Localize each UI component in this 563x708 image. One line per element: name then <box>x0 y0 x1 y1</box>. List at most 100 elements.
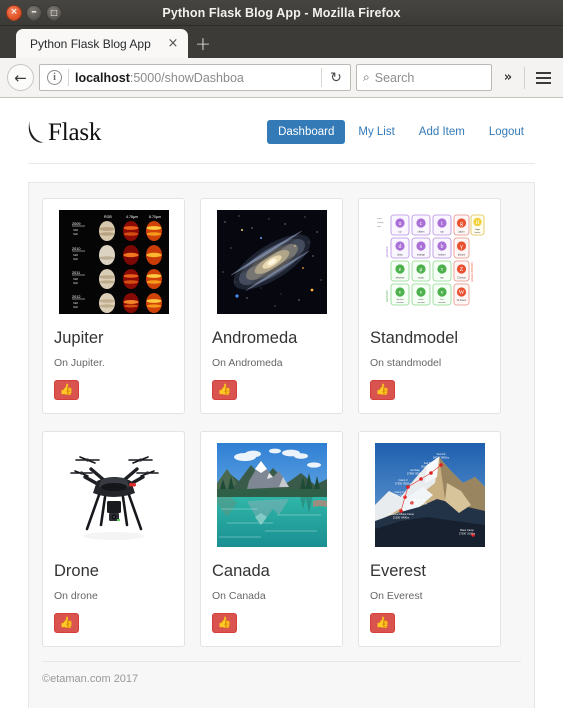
svg-text:gluon: gluon <box>458 231 465 234</box>
card-item[interactable]: Canada On Canada 👍 <box>200 430 343 647</box>
svg-text:27890' 8500m: 27890' 8500m <box>406 471 422 475</box>
tab-strip: Python Flask Blog App × + <box>0 26 563 58</box>
card-title: Drone <box>54 561 99 580</box>
svg-text:NEB: NEB <box>73 278 78 281</box>
toolbar-overflow-button[interactable]: » <box>497 66 519 90</box>
card-item[interactable]: Drone On drone 👍 <box>42 430 185 647</box>
new-tab-button[interactable]: + <box>188 29 218 58</box>
svg-text:2011: 2011 <box>72 271 80 275</box>
card-thumbnail <box>58 442 169 547</box>
url-host: localhost <box>75 70 130 85</box>
card-thumbnail: Summit 29035' 8850m 2nd Step 28140' 8577… <box>374 442 485 547</box>
thumbs-up-icon: 👍 <box>59 616 74 630</box>
svg-text:28140' 8577m: 28140' 8577m <box>420 464 436 468</box>
url-divider <box>68 69 69 86</box>
like-button[interactable]: 👍 <box>370 379 395 400</box>
svg-text:strange: strange <box>417 254 426 257</box>
svg-text:W boson: W boson <box>456 299 466 302</box>
browser-toolbar: ← i localhost:5000/showDashboa ↻ ⌕ Searc… <box>0 58 563 98</box>
like-button[interactable]: 👍 <box>370 612 395 633</box>
thumbs-up-icon: 👍 <box>59 383 74 397</box>
quadcopter-drone-icon <box>58 442 169 547</box>
svg-text:Summit: Summit <box>436 452 445 456</box>
hamburger-icon-bar <box>535 76 551 79</box>
svg-text:W: W <box>458 290 464 296</box>
svg-text:SEB: SEB <box>73 233 78 236</box>
svg-text:8.70µm: 8.70µm <box>149 215 161 219</box>
svg-text:GAUGE BOSONS: GAUGE BOSONS <box>471 262 474 282</box>
card-item[interactable]: Andromeda On Andromeda 👍 <box>200 198 343 414</box>
address-bar[interactable]: i localhost:5000/showDashboa ↻ <box>39 64 351 91</box>
card-item[interactable]: mass charge spin u up c charm t top g gl… <box>358 198 501 414</box>
mount-everest-routes-icon: Summit 29035' 8850m 2nd Step 28140' 8577… <box>374 442 485 547</box>
window-minimize-button[interactable]: – <box>26 4 42 21</box>
svg-text:g: g <box>460 221 463 227</box>
svg-text:Camp 2: Camp 2 <box>394 490 404 494</box>
tab-close-icon[interactable]: × <box>164 35 182 53</box>
svg-text:d: d <box>398 244 401 250</box>
cards-grid: RGB 4.78µm 8.70µm 2009 2010 2011 2012 NE… <box>42 198 521 647</box>
card-title: Canada <box>212 561 270 580</box>
search-bar[interactable]: ⌕ Search <box>356 64 492 91</box>
thumbs-up-icon: 👍 <box>375 616 390 630</box>
svg-text:charm: charm <box>417 231 424 234</box>
svg-text:NEB: NEB <box>73 302 78 305</box>
info-glyph: i <box>53 72 56 83</box>
emerald-lake-canada-icon <box>216 442 327 547</box>
svg-text:2010: 2010 <box>72 247 80 251</box>
like-button[interactable]: 👍 <box>54 612 79 633</box>
svg-text:27390' 8350m: 27390' 8350m <box>394 481 410 485</box>
svg-text:electron: electron <box>395 277 404 280</box>
svg-text:QUARKS: QUARKS <box>385 246 389 257</box>
reload-button[interactable]: ↻ <box>324 66 348 90</box>
thumbs-up-icon: 👍 <box>217 383 232 397</box>
like-button[interactable]: 👍 <box>212 612 237 633</box>
card-description: On Jupiter. <box>54 356 105 369</box>
thumbs-up-icon: 👍 <box>217 616 232 630</box>
svg-text:2009: 2009 <box>72 222 80 226</box>
window-close-button[interactable]: × <box>6 4 22 21</box>
nav-link-logout[interactable]: Logout <box>478 120 535 144</box>
svg-text:21300' 6400m: 21300' 6400m <box>392 515 408 519</box>
site-info-icon[interactable]: i <box>47 70 62 85</box>
nav-link-add-item[interactable]: Add Item <box>408 120 476 144</box>
svg-text:charge: charge <box>377 221 384 224</box>
svg-text:neutrino: neutrino <box>438 301 446 304</box>
page-content: Flask Dashboard My List Add Item Logout <box>0 98 563 708</box>
window-maximize-button[interactable]: □ <box>46 4 62 21</box>
card-thumbnail <box>216 442 327 547</box>
search-placeholder: Search <box>374 70 415 85</box>
card-description: On Everest <box>370 589 423 602</box>
url-right-divider <box>321 68 322 87</box>
card-title: Standmodel <box>370 329 459 347</box>
standard-model-particles-icon: masschargespin u up c charm t top g gluo… <box>374 210 485 314</box>
brand-logo[interactable]: Flask <box>28 119 101 145</box>
flask-horn-icon <box>28 121 44 143</box>
svg-text:neutrino: neutrino <box>396 301 404 304</box>
card-thumbnail: mass charge spin u up c charm t top g gl… <box>374 210 485 314</box>
svg-text:17000' 5150m: 17000' 5150m <box>458 531 474 535</box>
close-icon: × <box>10 7 18 17</box>
svg-text:SEB: SEB <box>73 258 78 261</box>
site-header: Flask Dashboard My List Add Item Logout <box>28 112 535 152</box>
svg-text:μ: μ <box>419 267 422 273</box>
search-icon: ⌕ <box>363 70 370 84</box>
svg-text:SEB: SEB <box>73 306 78 309</box>
svg-text:Advanced Base Camp: Advanced Base Camp <box>388 512 414 516</box>
svg-text:NEB: NEB <box>73 254 78 257</box>
tab-python-flask-blog-app[interactable]: Python Flask Blog App × <box>16 29 188 58</box>
header-divider <box>28 163 535 164</box>
nav-link-dashboard[interactable]: Dashboard <box>267 120 346 144</box>
svg-text:e: e <box>398 267 401 273</box>
card-item[interactable]: Summit 29035' 8850m 2nd Step 28140' 8577… <box>358 430 501 647</box>
svg-text:ν: ν <box>440 290 443 296</box>
svg-text:23000' 7000m: 23000' 7000m <box>410 501 426 505</box>
like-button[interactable]: 👍 <box>54 379 79 400</box>
nav-link-my-list[interactable]: My List <box>347 120 405 144</box>
menu-button[interactable] <box>530 65 556 91</box>
card-title: Jupiter <box>54 329 104 347</box>
card-item[interactable]: RGB 4.78µm 8.70µm 2009 2010 2011 2012 NE… <box>42 198 185 414</box>
back-button[interactable]: ← <box>7 64 34 91</box>
svg-text:2nd Step: 2nd Step <box>423 461 434 465</box>
like-button[interactable]: 👍 <box>212 379 237 400</box>
